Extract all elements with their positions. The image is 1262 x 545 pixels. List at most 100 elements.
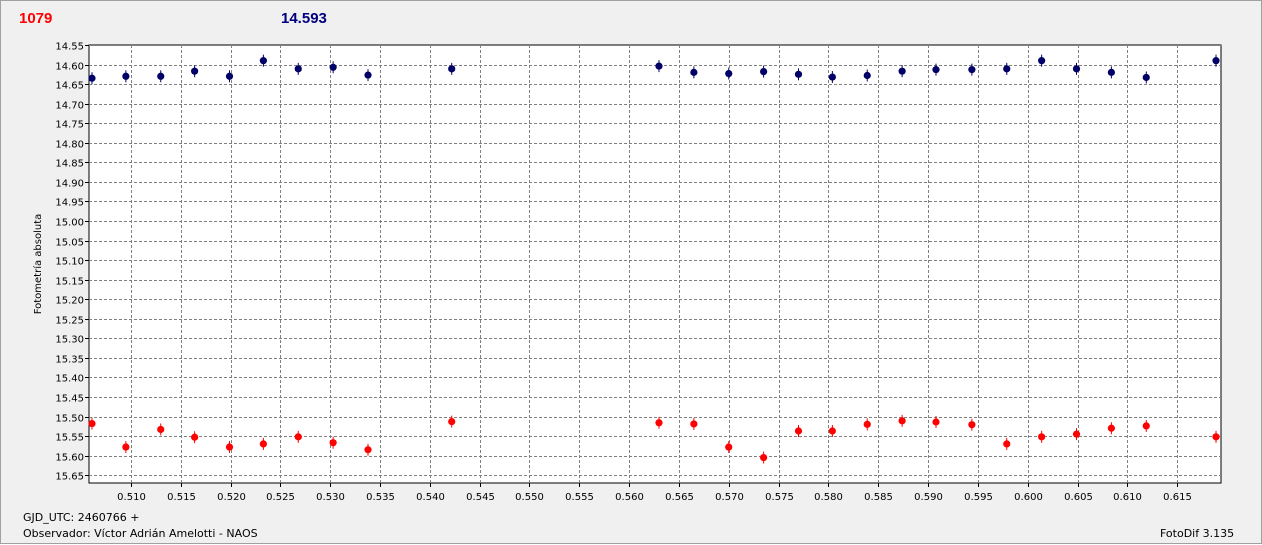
x-tick-label: 0.560 — [615, 492, 644, 503]
x-tick-label: 0.540 — [416, 492, 445, 503]
y-tick-label: 15.65 — [55, 472, 84, 483]
y-tick-label: 15.60 — [55, 453, 84, 464]
data-point — [157, 72, 165, 80]
y-tick-label: 14.85 — [55, 159, 84, 170]
data-point — [448, 65, 456, 73]
data-point — [329, 63, 337, 71]
x-tick-label: 0.520 — [217, 492, 246, 503]
data-point — [932, 418, 940, 426]
data-point — [259, 57, 267, 65]
y-axis-ticks: 14.55 14.60 14.65 14.70 14.75 14.80 14.85 14.90… — [55, 42, 89, 483]
x-tick-label: 0.600 — [1014, 492, 1043, 503]
data-point — [794, 427, 803, 435]
data-point — [364, 446, 372, 454]
y-tick-label: 15.45 — [55, 394, 84, 405]
data-point — [760, 453, 768, 462]
data-point — [225, 443, 234, 451]
data-point — [1212, 57, 1220, 65]
data-point — [88, 419, 96, 428]
data-point — [191, 67, 199, 75]
data-point — [329, 439, 337, 447]
y-tick-label: 15.15 — [55, 277, 84, 288]
data-point — [259, 440, 267, 448]
data-point — [828, 73, 836, 81]
observer-footer: Observador: Víctor Adrián Amelotti - NAO… — [23, 527, 258, 540]
y-tick-label: 14.65 — [55, 81, 84, 92]
data-point — [863, 71, 871, 80]
y-tick-label: 15.40 — [55, 374, 84, 385]
data-point — [1107, 424, 1115, 432]
data-point — [1072, 65, 1081, 73]
y-tick-label: 15.10 — [55, 257, 84, 268]
data-point — [655, 62, 663, 70]
x-tick-label: 0.580 — [814, 492, 843, 503]
data-point — [863, 420, 871, 428]
data-point — [157, 425, 165, 434]
y-tick-label: 15.20 — [55, 296, 84, 307]
chart-window: 1079 14.593 14.55 14.60 14.65 14.70 14.75 14.… — [0, 0, 1262, 544]
x-tick-label: 0.510 — [117, 492, 146, 503]
x-tick-label: 0.515 — [167, 492, 196, 503]
x-tick-label: 0.545 — [466, 492, 495, 503]
data-point — [122, 72, 130, 80]
x-axis-ticks: 0.510 0.515 0.520 0.525 0.530 0.535 0.540 0.545… — [117, 483, 1192, 503]
data-point — [1038, 433, 1046, 441]
y-tick-label: 14.70 — [55, 101, 84, 112]
y-tick-label: 14.90 — [55, 179, 84, 190]
x-tick-label: 0.610 — [1113, 492, 1142, 503]
data-point — [690, 420, 698, 428]
y-axis-label: Fotometría absoluta — [32, 214, 44, 315]
y-tick-label: 14.80 — [55, 140, 84, 151]
x-tick-label: 0.595 — [964, 492, 993, 503]
x-tick-label: 0.570 — [715, 492, 744, 503]
data-point — [1107, 68, 1115, 76]
data-point — [448, 418, 456, 426]
data-point — [294, 433, 302, 441]
y-tick-label: 15.55 — [55, 433, 84, 444]
data-point — [225, 72, 234, 80]
data-point — [655, 419, 663, 427]
data-point — [690, 68, 698, 76]
data-point — [725, 443, 733, 451]
data-point — [1142, 73, 1150, 82]
photometry-chart: 14.55 14.60 14.65 14.70 14.75 14.80 14.85 14.90… — [32, 42, 1222, 503]
data-point — [191, 433, 199, 441]
gjd-footer: GJD_UTC: 2460766 + — [23, 511, 140, 524]
data-point — [1142, 422, 1150, 430]
data-point — [898, 67, 906, 75]
data-point — [760, 67, 768, 76]
data-point — [1003, 65, 1011, 73]
x-tick-label: 0.555 — [565, 492, 594, 503]
data-point — [828, 427, 836, 435]
data-point — [1072, 430, 1081, 438]
x-tick-label: 0.615 — [1163, 492, 1192, 503]
x-tick-label: 0.530 — [316, 492, 345, 503]
data-point — [1212, 433, 1220, 441]
data-point — [364, 71, 372, 79]
y-tick-label: 14.95 — [55, 198, 84, 209]
y-tick-label: 15.00 — [55, 218, 84, 229]
y-tick-label: 15.35 — [55, 355, 84, 366]
x-tick-label: 0.550 — [515, 492, 544, 503]
y-tick-label: 15.50 — [55, 414, 84, 425]
data-point — [1003, 440, 1011, 448]
version-footer: FotoDif 3.135 — [1160, 527, 1235, 540]
data-point — [725, 69, 733, 78]
x-tick-label: 0.525 — [266, 492, 295, 503]
y-tick-label: 14.75 — [55, 120, 84, 131]
data-point — [88, 74, 96, 82]
y-tick-label: 14.60 — [55, 62, 84, 73]
data-point — [932, 66, 940, 74]
x-tick-label: 0.590 — [914, 492, 943, 503]
data-point — [968, 421, 976, 429]
x-tick-label: 0.585 — [864, 492, 893, 503]
x-tick-label: 0.605 — [1064, 492, 1093, 503]
x-tick-label: 0.575 — [765, 492, 794, 503]
x-tick-label: 0.535 — [366, 492, 395, 503]
y-tick-label: 15.05 — [55, 238, 84, 249]
y-tick-label: 14.55 — [55, 42, 84, 53]
data-point — [898, 417, 906, 425]
y-tick-label: 15.30 — [55, 335, 84, 346]
data-point — [294, 65, 302, 73]
y-tick-label: 15.25 — [55, 316, 84, 327]
